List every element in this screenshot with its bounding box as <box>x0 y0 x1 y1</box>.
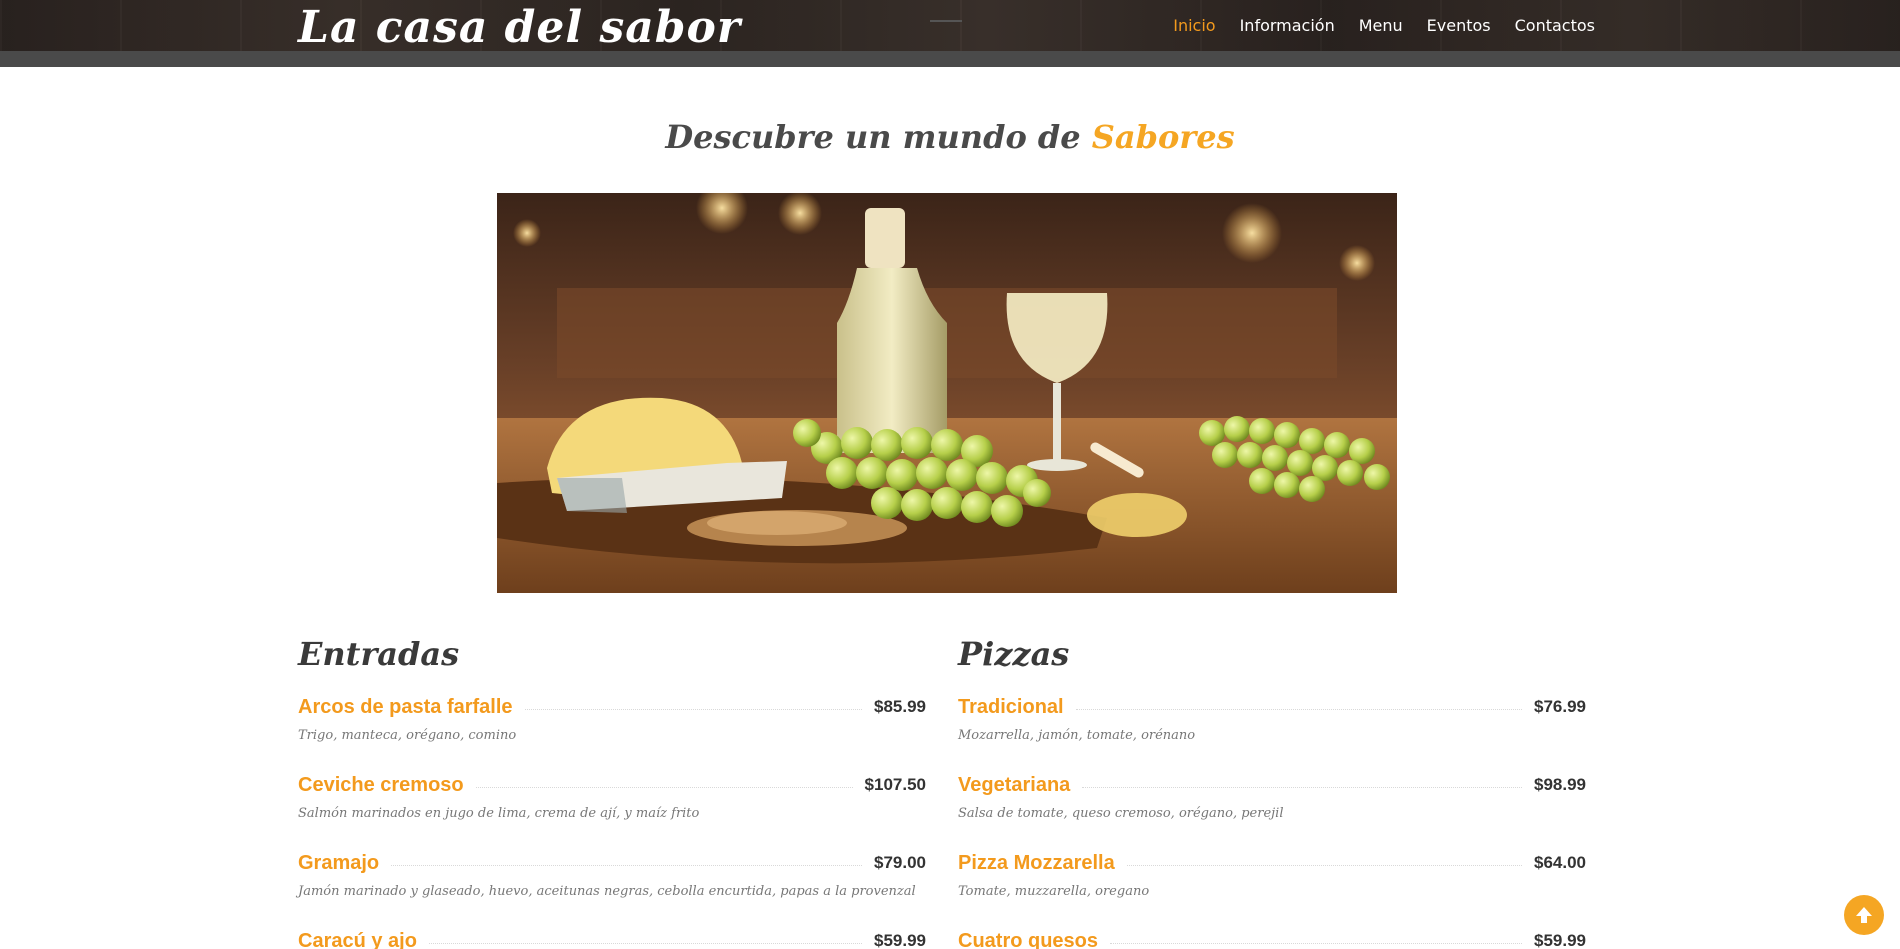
menu-item: Tradicional $76.99 Mozarrella, jamón, to… <box>958 694 1586 754</box>
menu-item-dots <box>1110 942 1522 944</box>
menu-item-dots <box>391 864 862 866</box>
menu-item: Arcos de pasta farfalle $85.99 Trigo, ma… <box>298 694 926 754</box>
menu-item-dots <box>475 786 853 788</box>
menu-item-name[interactable]: Ceviche cremoso <box>298 774 464 797</box>
menu-item-name[interactable]: Arcos de pasta farfalle <box>298 696 513 719</box>
menu-item-price: $76.99 <box>1534 697 1586 716</box>
menu-item-price: $59.99 <box>1534 931 1586 949</box>
nav-link-menu[interactable]: Menu <box>1359 16 1403 35</box>
menu-item-dots <box>428 942 862 944</box>
menu-item-price: $98.99 <box>1534 775 1586 794</box>
menu-item-price: $107.50 <box>864 775 926 794</box>
hero-title-prefix: Descubre un mundo de <box>665 118 1081 156</box>
menu-item-name[interactable]: Cuatro quesos <box>958 930 1098 949</box>
hero-title-accent: Sabores <box>1091 118 1235 156</box>
menu-item-desc: Salsa de tomate, queso cremoso, orégano,… <box>958 806 1284 821</box>
menu-item-desc: Jamón marinado y glaseado, huevo, aceitu… <box>298 884 916 899</box>
header-strip <box>0 51 1900 67</box>
menu-item-dots <box>524 708 862 710</box>
wine-cheese-grapes-photo <box>497 193 1397 593</box>
menu-item-desc: Tomate, muzzarella, oregano <box>958 884 1150 899</box>
menu-item: Pizza Mozzarella $64.00 Tomate, muzzarel… <box>958 850 1586 910</box>
nav-link-inicio[interactable]: Inicio <box>1173 16 1215 35</box>
menu-item-name[interactable]: Pizza Mozzarella <box>958 852 1115 875</box>
menu-item-dots <box>1075 708 1522 710</box>
scroll-to-top-button[interactable] <box>1844 895 1884 935</box>
main-nav: Inicio Información Menu Eventos Contacto… <box>1173 0 1595 51</box>
menu-item-name[interactable]: Caracú y ajo <box>298 930 417 949</box>
menu-heading-entradas: Entradas <box>298 635 460 673</box>
hero-title: Descubre un mundo de Sabores <box>0 118 1900 156</box>
menu-section-entradas: Entradas Arcos de pasta farfalle $85.99 … <box>298 632 926 949</box>
menu-item-desc: Trigo, manteca, orégano, comino <box>298 728 517 743</box>
menu-item-name[interactable]: Tradicional <box>958 696 1064 719</box>
arrow-up-icon <box>1856 907 1872 923</box>
nav-link-eventos[interactable]: Eventos <box>1427 16 1491 35</box>
menu-item: Caracú y ajo $59.99 <box>298 928 926 949</box>
menu-heading-pizzas: Pizzas <box>958 635 1070 673</box>
menu-item-dots <box>1126 864 1522 866</box>
menu-item-desc: Salmón marinados en jugo de lima, crema … <box>298 806 700 821</box>
menu-item-price: $79.00 <box>874 853 926 872</box>
nav-toggle-icon <box>930 20 962 22</box>
menu-item: Cuatro quesos $59.99 <box>958 928 1586 949</box>
menu-item-price: $59.99 <box>874 931 926 949</box>
menu-item: Vegetariana $98.99 Salsa de tomate, ques… <box>958 772 1586 832</box>
menu-item-dots <box>1082 786 1522 788</box>
menu-item: Gramajo $79.00 Jamón marinado y glaseado… <box>298 850 926 910</box>
nav-link-informacion[interactable]: Información <box>1240 16 1335 35</box>
menu-item-price: $64.00 <box>1534 853 1586 872</box>
hero-image <box>497 193 1397 593</box>
menu-section-pizzas: Pizzas Tradicional $76.99 Mozarrella, ja… <box>958 632 1586 949</box>
site-header: La casa del sabor Inicio Información Men… <box>0 0 1900 67</box>
menu-item-name[interactable]: Vegetariana <box>958 774 1070 797</box>
menu-item-desc: Mozarrella, jamón, tomate, orénano <box>958 728 1196 743</box>
site-logo[interactable]: La casa del sabor <box>298 0 741 53</box>
menu-item-name[interactable]: Gramajo <box>298 852 379 875</box>
menu-item-price: $85.99 <box>874 697 926 716</box>
nav-link-contactos[interactable]: Contactos <box>1515 16 1595 35</box>
menu-item: Ceviche cremoso $107.50 Salmón marinados… <box>298 772 926 832</box>
